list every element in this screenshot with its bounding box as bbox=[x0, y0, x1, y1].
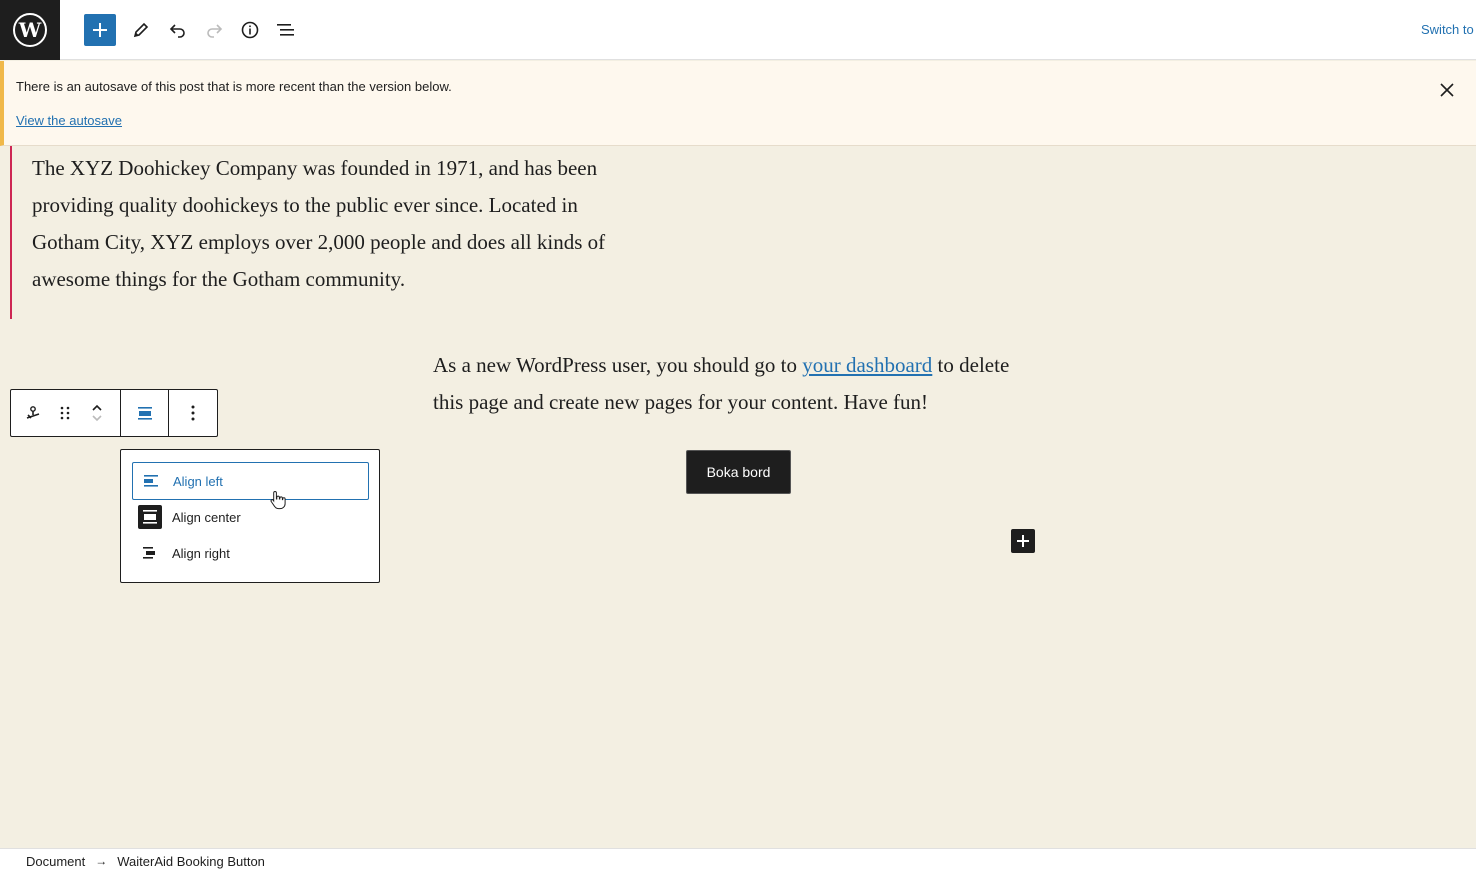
align-center-option[interactable]: Align center bbox=[132, 498, 369, 536]
dismiss-notice-button[interactable] bbox=[1436, 79, 1458, 101]
align-center-icon bbox=[138, 505, 162, 529]
info-icon bbox=[241, 21, 259, 39]
more-options-icon bbox=[191, 405, 195, 421]
add-block-button[interactable] bbox=[84, 14, 116, 46]
list-view-button[interactable] bbox=[270, 14, 302, 46]
align-right-option[interactable]: Align right bbox=[132, 534, 369, 572]
edit-mode-button[interactable] bbox=[125, 14, 157, 46]
align-left-label: Align left bbox=[173, 473, 223, 489]
redo-icon bbox=[207, 24, 223, 38]
block-type-icon bbox=[26, 406, 40, 419]
wordpress-logo-button[interactable]: W bbox=[0, 0, 60, 60]
editor-top-toolbar: W Switch to bbox=[0, 0, 1476, 60]
more-options-button[interactable] bbox=[169, 390, 217, 436]
breadcrumb-document[interactable]: Document bbox=[26, 854, 85, 869]
drag-handle-icon bbox=[60, 406, 70, 420]
align-left-icon bbox=[139, 469, 163, 493]
quote-text: The XYZ Doohickey Company was founded in… bbox=[32, 156, 606, 291]
undo-button[interactable] bbox=[162, 14, 194, 46]
align-right-label: Align right bbox=[172, 545, 230, 561]
plus-icon bbox=[93, 23, 107, 37]
details-button[interactable] bbox=[234, 14, 266, 46]
breadcrumb-current-block[interactable]: WaiterAid Booking Button bbox=[117, 854, 265, 869]
align-right-icon bbox=[138, 541, 162, 565]
add-block-inline-button[interactable] bbox=[1011, 529, 1035, 553]
block-toolbar-group-main bbox=[11, 390, 121, 436]
move-block-controls bbox=[75, 390, 119, 436]
block-toolbar bbox=[10, 389, 218, 437]
booking-button-block[interactable]: Boka bord bbox=[686, 450, 791, 494]
drag-handle[interactable] bbox=[55, 390, 75, 436]
block-toolbar-group-more bbox=[169, 390, 217, 436]
dashboard-link[interactable]: your dashboard bbox=[802, 353, 932, 377]
align-center-label: Align center bbox=[172, 509, 241, 525]
quote-block[interactable]: The XYZ Doohickey Company was founded in… bbox=[10, 146, 650, 319]
block-toolbar-group-align bbox=[121, 390, 169, 436]
block-type-button[interactable] bbox=[11, 390, 55, 436]
redo-button[interactable] bbox=[198, 14, 230, 46]
move-up-icon[interactable] bbox=[90, 403, 104, 413]
arrow-right-icon: → bbox=[95, 854, 108, 868]
paragraph-text-start: As a new WordPress user, you should go t… bbox=[433, 353, 803, 377]
hand-cursor-icon bbox=[270, 490, 286, 510]
list-view-icon bbox=[277, 24, 294, 36]
autosave-notice: There is an autosave of this post that i… bbox=[0, 61, 1476, 146]
edit-icon bbox=[133, 22, 149, 38]
plus-icon bbox=[1017, 535, 1029, 547]
align-button[interactable] bbox=[121, 390, 168, 436]
align-icon bbox=[137, 407, 152, 420]
breadcrumb: Document → WaiterAid Booking Button bbox=[0, 848, 1476, 873]
wordpress-logo-icon: W bbox=[13, 13, 47, 47]
view-autosave-link[interactable]: View the autosave bbox=[16, 113, 122, 128]
align-dropdown-menu: Align left Align center Align right bbox=[120, 449, 380, 583]
close-icon bbox=[1440, 83, 1454, 97]
move-down-icon[interactable] bbox=[90, 413, 104, 423]
paragraph-block[interactable]: As a new WordPress user, you should go t… bbox=[433, 347, 1043, 421]
align-left-option[interactable]: Align left bbox=[132, 462, 369, 500]
notice-message: There is an autosave of this post that i… bbox=[16, 79, 452, 94]
undo-icon bbox=[169, 24, 185, 38]
switch-editor-link[interactable]: Switch to bbox=[1421, 22, 1474, 37]
